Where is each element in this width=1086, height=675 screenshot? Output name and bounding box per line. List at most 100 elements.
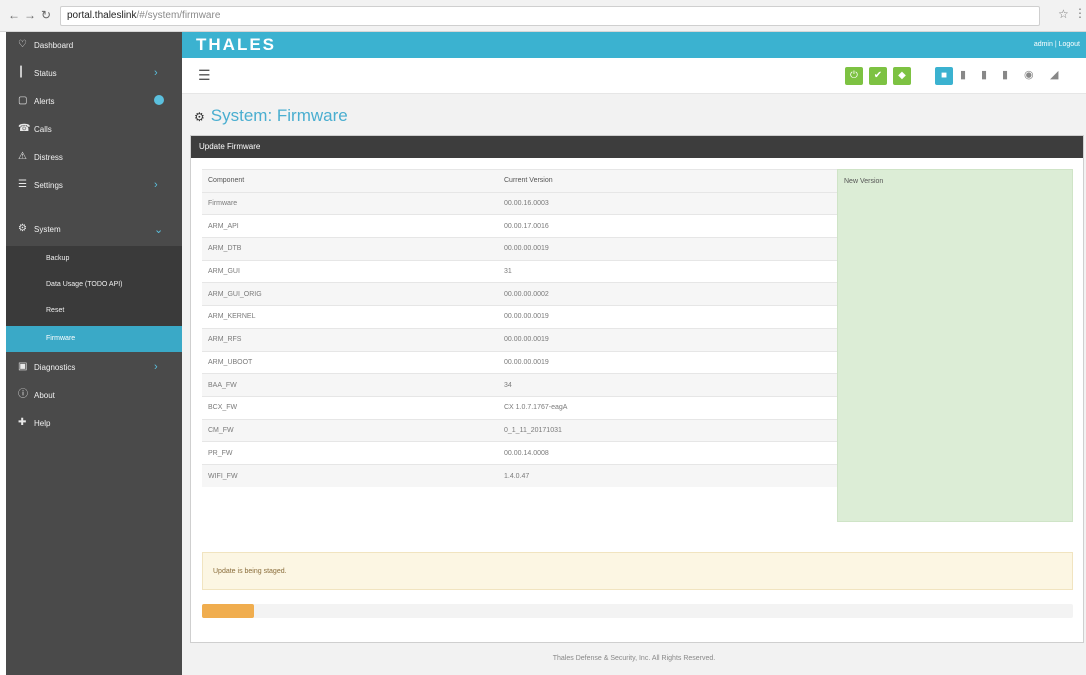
thales-logo: THALES bbox=[196, 35, 276, 54]
user-logout-link[interactable]: admin | Logout bbox=[1034, 41, 1080, 48]
column-header: New Version bbox=[844, 178, 884, 185]
submenu-item-reset[interactable]: Reset bbox=[6, 298, 182, 324]
sidebar-item-label: About bbox=[34, 391, 55, 400]
version-cell: 00.00.14.0008 bbox=[498, 441, 837, 465]
sidebar-item-label: Distress bbox=[34, 153, 63, 162]
version-cell: 00.00.00.0019 bbox=[498, 327, 837, 351]
submenu-item-label: Firmware bbox=[46, 335, 76, 342]
sidebar-item-about[interactable]: ⓘ About bbox=[6, 382, 182, 408]
column-header: Current Version bbox=[498, 169, 837, 193]
component-cell: ARM_GUI bbox=[202, 259, 498, 283]
table-row: ARM_GUI_ORIG 00.00.00.0002 bbox=[202, 282, 837, 306]
wifi-strength-icon[interactable]: ◢ bbox=[1050, 68, 1058, 81]
component-cell: CM_FW bbox=[202, 418, 498, 442]
sidebar-item-status[interactable]: ┃ Status › bbox=[6, 60, 182, 86]
sidebar-item-settings[interactable]: ☰ Settings › bbox=[6, 172, 182, 198]
sidebar-item-label: Alerts bbox=[34, 97, 55, 106]
update-firmware-panel: Update Firmware Component Current Versio… bbox=[190, 135, 1084, 643]
hamburger-menu-icon[interactable]: ☰ bbox=[198, 67, 211, 84]
component-cell: ARM_KERNEL bbox=[202, 305, 498, 329]
sidebar-item-calls[interactable]: ☎ Calls bbox=[6, 116, 182, 142]
sidebar-item-label: Status bbox=[34, 69, 57, 78]
component-cell: Firmware bbox=[202, 191, 498, 215]
alert-badge bbox=[154, 95, 164, 105]
power-status-icon[interactable]: ⏻ bbox=[845, 67, 863, 85]
address-bar[interactable]: portal.thaleslink/#/system/firmware bbox=[60, 6, 1040, 26]
version-cell: 00.00.00.0002 bbox=[498, 282, 837, 306]
sidebar-item-label: Help bbox=[34, 419, 51, 428]
component-cell: WIFI_FW bbox=[202, 463, 498, 488]
chevron-right-icon: › bbox=[154, 361, 158, 373]
main-content: ⚙ System: Firmware Update Firmware Compon… bbox=[182, 94, 1086, 675]
submenu-item-label: Reset bbox=[46, 307, 65, 314]
version-cell: 1.4.0.47 bbox=[498, 463, 837, 488]
signal-bars-icon-4[interactable]: ▮ bbox=[1002, 68, 1008, 81]
sidebar-item-help[interactable]: ✚ Help bbox=[6, 410, 182, 436]
table-row: ARM_GUI 31 bbox=[202, 259, 837, 283]
component-cell: ARM_API bbox=[202, 214, 498, 238]
help-icon: ✚ bbox=[18, 417, 27, 428]
page-title: ⚙ System: Firmware bbox=[194, 106, 348, 128]
sidebar-item-diagnostics[interactable]: ▣ Diagnostics › bbox=[6, 354, 182, 380]
gear-icon: ⚙ bbox=[18, 223, 27, 234]
sidebar-item-label: Settings bbox=[34, 181, 63, 190]
sidebar-item-alerts[interactable]: ▢ Alerts bbox=[6, 88, 182, 114]
bookmark-star-icon[interactable]: ☆ bbox=[1058, 7, 1069, 21]
url-host: portal.thaleslink bbox=[67, 10, 137, 21]
phone-icon: ☎ bbox=[18, 123, 31, 134]
browser-bar: ← → ↻ portal.thaleslink/#/system/firmwar… bbox=[0, 0, 1086, 32]
component-cell: ARM_GUI_ORIG bbox=[202, 282, 498, 306]
sidebar-item-label: System bbox=[34, 225, 61, 234]
gear-icon: ⚙ bbox=[194, 110, 205, 124]
submenu-item-firmware[interactable]: Firmware bbox=[6, 326, 182, 352]
inbox-icon: ▢ bbox=[18, 95, 28, 106]
update-status-alert: Update is being staged. bbox=[202, 552, 1073, 590]
top-bar: THALES admin | Logout bbox=[182, 32, 1086, 58]
version-cell: 00.00.17.0016 bbox=[498, 214, 837, 238]
table-row: ARM_API 00.00.17.0016 bbox=[202, 214, 837, 238]
sliders-icon: ☰ bbox=[18, 179, 27, 190]
page-title-text: System: Firmware bbox=[210, 106, 348, 125]
new-version-column: New Version bbox=[837, 169, 1073, 522]
column-header: Component bbox=[202, 169, 498, 193]
component-cell: ARM_DTB bbox=[202, 237, 498, 261]
sidebar-item-system[interactable]: ⚙ System ⌄ bbox=[6, 216, 182, 242]
submenu-item-data-usage[interactable]: Data Usage (TODO API) bbox=[6, 272, 182, 298]
browser-menu-icon[interactable]: ⋮ bbox=[1074, 6, 1086, 20]
chevron-right-icon: › bbox=[154, 67, 158, 79]
submenu-item-label: Data Usage (TODO API) bbox=[46, 281, 123, 288]
version-cell: 0_1_11_20171031 bbox=[498, 418, 837, 442]
version-cell: CX 1.0.7.1767-eagA bbox=[498, 395, 837, 420]
bar-chart-icon: ┃ bbox=[18, 67, 25, 78]
version-cell: 00.00.00.0019 bbox=[498, 305, 837, 329]
sidebar: ♡ Dashboard ┃ Status › ▢ Alerts ☎ Calls … bbox=[6, 32, 182, 675]
signal-bars-icon-2[interactable]: ▮ bbox=[960, 68, 966, 81]
component-cell: PR_FW bbox=[202, 441, 498, 465]
version-cell: 31 bbox=[498, 259, 837, 283]
table-row: ARM_KERNEL 00.00.00.0019 bbox=[202, 305, 837, 329]
sidebar-item-distress[interactable]: ⚠ Distress bbox=[6, 144, 182, 170]
shield-status-icon[interactable]: ◆ bbox=[893, 67, 911, 85]
table-row: ARM_DTB 00.00.00.0019 bbox=[202, 237, 837, 261]
heart-icon: ♡ bbox=[18, 39, 27, 50]
version-cell: 00.00.00.0019 bbox=[498, 350, 837, 374]
table-row: WIFI_FW 1.4.0.47 bbox=[202, 463, 837, 488]
forward-icon[interactable]: → bbox=[22, 7, 38, 23]
reload-icon[interactable]: ↻ bbox=[38, 7, 54, 23]
version-cell: 34 bbox=[498, 373, 837, 397]
progress-fill bbox=[202, 604, 255, 618]
antenna-status-icon[interactable]: ✔ bbox=[869, 67, 887, 85]
globe-icon[interactable]: ◉ bbox=[1024, 68, 1034, 81]
sidebar-item-label: Diagnostics bbox=[34, 363, 76, 372]
table-row: CM_FW 0_1_11_20171031 bbox=[202, 418, 837, 442]
table-row: ARM_UBOOT 00.00.00.0019 bbox=[202, 350, 837, 374]
update-progress-bar bbox=[202, 604, 1073, 618]
submenu-item-label: Backup bbox=[46, 255, 70, 262]
version-cell: 00.00.00.0019 bbox=[498, 237, 837, 261]
back-icon[interactable]: ← bbox=[6, 7, 22, 23]
sidebar-item-dashboard[interactable]: ♡ Dashboard bbox=[6, 32, 182, 58]
panel-title: Update Firmware bbox=[191, 136, 1083, 158]
signal-bars-icon[interactable]: ■ bbox=[935, 67, 953, 85]
signal-bars-icon-3[interactable]: ▮ bbox=[981, 68, 987, 81]
submenu-item-backup[interactable]: Backup bbox=[6, 246, 182, 272]
